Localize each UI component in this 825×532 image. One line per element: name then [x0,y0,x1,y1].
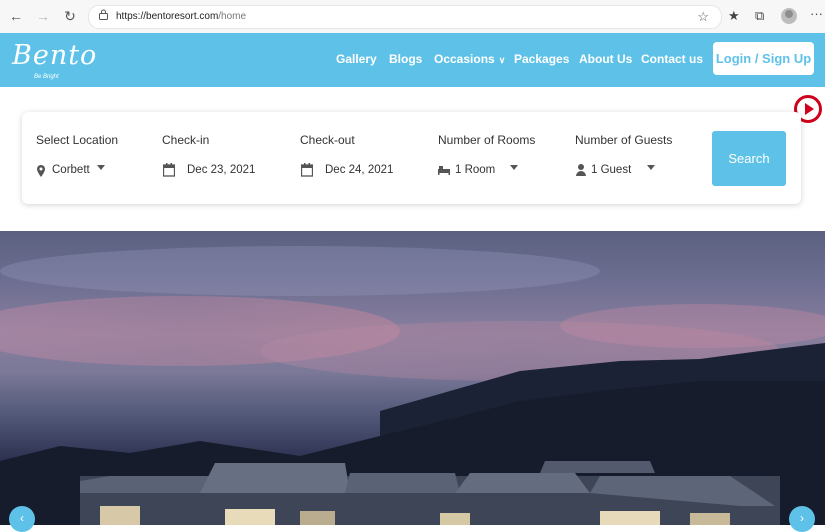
search-button[interactable]: Search [712,131,786,186]
forward-icon[interactable]: → [35,8,51,24]
nav-packages[interactable]: Packages [514,52,569,66]
nav-about-us[interactable]: About Us [579,52,632,66]
nav-gallery[interactable]: Gallery [336,52,377,66]
reload-icon[interactable]: ↻ [62,8,78,24]
checkout-label: Check-out [300,133,355,147]
guests-caret-icon[interactable] [647,165,655,170]
checkin-date[interactable]: Dec 23, 2021 [187,164,255,176]
logo[interactable]: Bento [12,40,97,71]
chevron-right-icon[interactable]: › [789,506,815,532]
chevron-down-icon: ∨ [498,55,506,65]
calendar-icon [301,163,313,177]
browser-toolbar: ← → ↻ https://bentoresort.com/home ☆ ★ ⧉… [0,0,825,34]
favorites-icon[interactable]: ★ [728,8,740,24]
hero-landscape-illustration [0,246,825,525]
checkout-date[interactable]: Dec 24, 2021 [325,164,393,176]
person-icon [576,164,586,176]
favorite-star-icon[interactable]: ☆ [697,9,709,25]
checkin-label: Check-in [162,133,210,147]
rooms-caret-icon[interactable] [510,165,518,170]
logo-tagline: Be Bright [34,74,59,80]
nav-blogs[interactable]: Blogs [389,52,422,66]
rooms-label: Number of Rooms [438,133,536,147]
calendar-icon [163,163,175,177]
back-icon[interactable]: ← [8,8,24,24]
nav-occasions[interactable]: Occasions ∨ [434,52,505,66]
address-bar[interactable]: https://bentoresort.com/home ☆ [88,5,722,29]
chevron-left-icon[interactable]: ‹ [9,506,35,532]
location-select[interactable]: Corbett [52,164,90,176]
hero-image [0,231,825,525]
nav-occasions-label: Occasions [434,52,495,66]
rooms-select[interactable]: 1 Room [455,164,495,176]
nav-contact-us[interactable]: Contact us [641,52,703,66]
guests-label: Number of Guests [575,133,673,147]
url-text: https://bentoresort.com/home [116,11,247,22]
location-caret-icon[interactable] [97,165,105,170]
login-signup-button[interactable]: Login / Sign Up [713,42,814,75]
lock-icon [99,9,108,20]
bed-icon [438,166,450,175]
location-label: Select Location [36,133,119,147]
avatar[interactable] [781,8,797,24]
guests-select[interactable]: 1 Guest [591,164,631,176]
booking-form: Select Location Corbett Check-in Dec 23,… [22,112,801,204]
location-pin-icon [37,165,45,177]
more-icon[interactable]: ··· [810,6,823,21]
collections-icon[interactable]: ⧉ [755,8,764,24]
